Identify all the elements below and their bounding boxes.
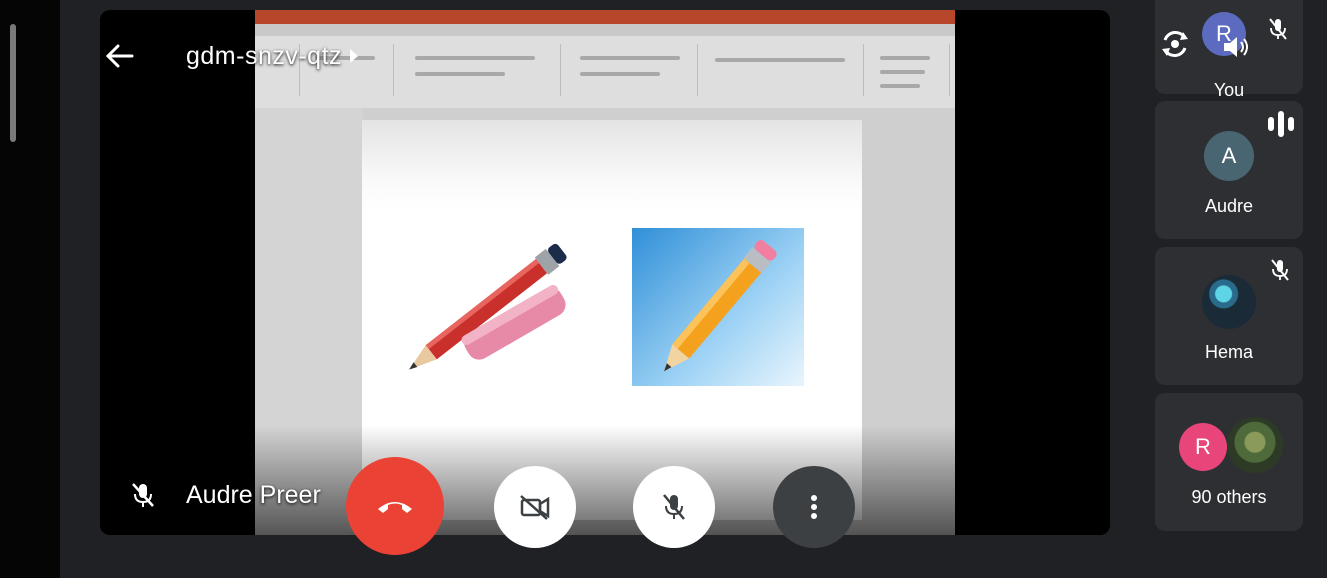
phone-hangup-icon — [378, 502, 412, 513]
participant-name: Hema — [1204, 342, 1253, 362]
others-count-label: 90 others — [1191, 487, 1267, 507]
chevron-right-icon[interactable] — [350, 49, 359, 63]
avatar-initial: R — [1195, 434, 1211, 459]
speaker-icon — [1224, 37, 1248, 57]
participant-name: Audre — [1204, 196, 1254, 216]
participant-tile-audre[interactable]: A Audre — [1155, 101, 1303, 239]
video-off-icon — [520, 495, 550, 520]
avatar: A — [1204, 131, 1254, 181]
back-arrow-icon[interactable] — [100, 36, 140, 76]
hangup-button[interactable] — [346, 457, 444, 555]
participant-name: You — [1213, 80, 1245, 100]
left-edge — [0, 0, 60, 578]
audio-level-icon — [1268, 111, 1294, 137]
presentation-tile — [100, 10, 1110, 535]
meeting-code[interactable]: gdm-snzv-qtz — [186, 42, 342, 71]
mic-off-icon — [1263, 14, 1293, 44]
participant-tile-others[interactable]: R 90 others — [1155, 393, 1303, 531]
mic-off-icon — [1265, 255, 1295, 285]
pencil-eraser-image — [409, 243, 567, 370]
shared-window-ribbon — [255, 36, 955, 109]
top-bar: gdm-snzv-qtz — [100, 26, 359, 86]
pencil-blue-image — [632, 228, 804, 386]
mic-toggle-button[interactable] — [633, 466, 715, 548]
avatar-photo — [1227, 417, 1283, 473]
more-options-button[interactable] — [773, 466, 855, 548]
participant-tile-hema[interactable]: Hema — [1155, 247, 1303, 385]
shared-window-titlebar — [255, 10, 955, 24]
shared-window-tabs — [255, 24, 955, 36]
avatar-photo — [1202, 275, 1256, 329]
camera-toggle-button[interactable] — [494, 466, 576, 548]
rotate-camera-icon[interactable] — [1155, 24, 1195, 64]
more-vertical-icon — [811, 495, 817, 519]
presenter-label: Audre Preer — [130, 470, 321, 520]
avatar-initial: A — [1221, 143, 1237, 168]
scrollbar-thumb[interactable] — [10, 24, 16, 142]
presenter-name: Audre Preer — [186, 480, 321, 509]
mic-off-icon — [132, 483, 154, 507]
avatar: R — [1179, 423, 1227, 471]
mic-off-icon — [663, 494, 685, 520]
